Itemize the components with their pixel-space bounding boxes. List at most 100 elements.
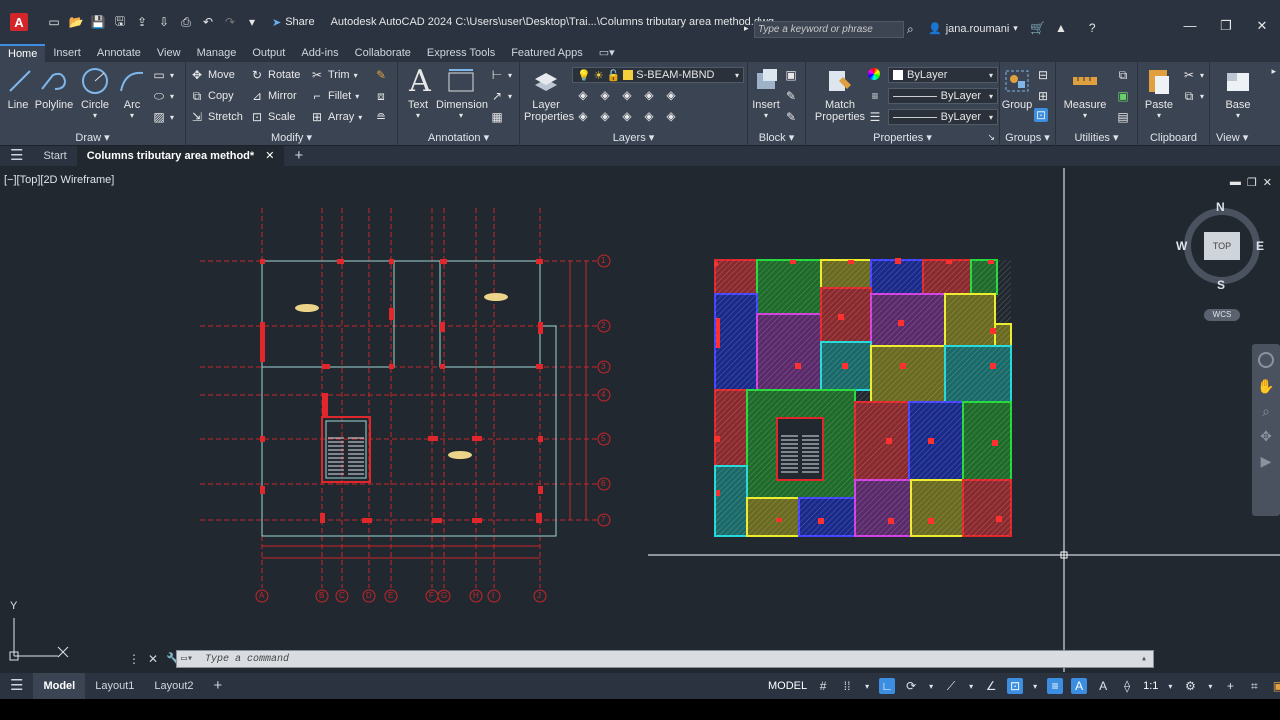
grid-icon[interactable]: #: [815, 678, 831, 694]
zoom-extents-icon[interactable]: ⌕: [1252, 403, 1280, 420]
ortho-icon[interactable]: ∟: [879, 678, 896, 694]
quick-select-button[interactable]: ⧉: [1116, 68, 1130, 82]
explode-button[interactable]: ⧈: [374, 89, 388, 103]
command-expand-icon[interactable]: ▴: [1141, 653, 1147, 665]
layer-match-icon[interactable]: ◈: [664, 88, 678, 102]
block-attributes-button[interactable]: ✎: [784, 110, 798, 124]
layout-menu-icon[interactable]: ☰: [0, 673, 33, 699]
close-tab-icon[interactable]: ✕: [265, 150, 274, 162]
move-button[interactable]: ✥ Move: [190, 68, 235, 82]
layer-isolate-icon[interactable]: ◈: [598, 88, 612, 102]
snap-icon[interactable]: ⁞⁞: [839, 678, 855, 694]
create-block-button[interactable]: ▣: [784, 68, 798, 82]
user-account[interactable]: 👤 jana.roumani ▾: [928, 22, 1018, 36]
save-web-icon[interactable]: ⇩: [156, 14, 172, 30]
chevron-down-icon[interactable]: ▾: [863, 678, 871, 694]
object-snap-icon[interactable]: ⊡: [1007, 678, 1024, 694]
new-layout-icon[interactable]: +: [204, 673, 233, 699]
minimize-icon[interactable]: —: [1172, 18, 1208, 34]
hatch-button[interactable]: ▨ ▾: [152, 110, 174, 124]
qat-dropdown-icon[interactable]: ▾: [244, 14, 260, 30]
layer-freeze-tool-icon[interactable]: ◈: [620, 88, 634, 102]
edit-block-button[interactable]: ✎: [784, 89, 798, 103]
tab-insert[interactable]: Insert: [45, 44, 89, 62]
command-grip-icon[interactable]: ⋮: [128, 652, 140, 666]
annotation-panel-title[interactable]: Annotation ▾: [398, 131, 519, 144]
tab-annotate[interactable]: Annotate: [89, 44, 149, 62]
linetype-dropdown[interactable]: ByLayer ▾: [888, 109, 998, 125]
copy-clip-button[interactable]: ⧉ ▾: [1182, 89, 1204, 103]
trim-button[interactable]: ✂ Trim ▾: [310, 68, 358, 82]
text-button[interactable]: A Text ▾: [404, 64, 432, 121]
layer-off-icon[interactable]: ◈: [576, 88, 590, 102]
paste-button[interactable]: Paste ▾: [1142, 66, 1176, 120]
annotation-scale-value[interactable]: 1:1: [1143, 680, 1158, 692]
scale-button[interactable]: ⊡ Scale: [250, 110, 296, 124]
chevron-down-icon[interactable]: ▾: [1031, 678, 1039, 694]
rectangle-button[interactable]: ▭ ▾: [152, 68, 174, 82]
annotation-scale-icon[interactable]: ⟠: [1119, 678, 1135, 694]
rotate-button[interactable]: ↻ Rotate: [250, 68, 300, 82]
lineweight-tool-icon[interactable]: ≡: [868, 89, 882, 103]
share-button[interactable]: ➤ Share: [272, 16, 315, 29]
tab-home[interactable]: Home: [0, 44, 46, 62]
dimension-button[interactable]: Dimension ▾: [436, 66, 488, 120]
new-tab-icon[interactable]: +: [284, 146, 313, 166]
model-space-button[interactable]: MODEL: [768, 680, 807, 692]
save-as-icon[interactable]: 🖫: [112, 14, 128, 30]
viewcube-east[interactable]: E: [1256, 239, 1264, 253]
chevron-down-icon[interactable]: ▾: [1166, 678, 1174, 694]
search-input[interactable]: Type a keyword or phrase: [754, 21, 904, 38]
object-snap-tracking-icon[interactable]: ∠: [983, 678, 999, 694]
color-dropdown[interactable]: ByLayer ▾: [888, 67, 998, 83]
chevron-down-icon[interactable]: ▾: [927, 678, 935, 694]
group-button[interactable]: Group: [1000, 66, 1034, 111]
open-web-icon[interactable]: ⇪: [134, 14, 150, 30]
group-edit-button[interactable]: ⊞: [1036, 89, 1050, 103]
viewcube-west[interactable]: W: [1176, 239, 1187, 253]
tab-output[interactable]: Output: [244, 44, 293, 62]
restore-icon[interactable]: ❐: [1208, 18, 1244, 34]
lineweight-dropdown[interactable]: ByLayer ▾: [888, 88, 998, 104]
array-button[interactable]: ⊞ Array ▾: [310, 110, 362, 124]
new-file-icon[interactable]: ▭: [46, 14, 62, 30]
wcs-menu[interactable]: WCS: [1204, 309, 1240, 321]
properties-panel-title[interactable]: Properties ▾: [806, 131, 999, 144]
pan-icon[interactable]: ✋: [1252, 378, 1280, 395]
viewcube-south[interactable]: S: [1217, 278, 1225, 292]
measure-button[interactable]: Measure ▾: [1062, 66, 1108, 120]
groups-panel-title[interactable]: Groups ▾: [1000, 131, 1055, 144]
file-tabs-menu-icon[interactable]: ☰: [0, 146, 33, 166]
view-panel-title[interactable]: View ▾: [1210, 131, 1280, 144]
layer-previous-icon[interactable]: ◈: [664, 109, 678, 123]
linear-dim-button[interactable]: ⊢ ▾: [490, 68, 512, 82]
ungroup-button[interactable]: ⊟: [1036, 68, 1050, 82]
arc-button[interactable]: Arc ▾: [116, 66, 148, 120]
annotation-visibility-icon[interactable]: A: [1071, 678, 1088, 694]
chevron-down-icon[interactable]: ▾: [1206, 678, 1214, 694]
layer-lock-tool-icon[interactable]: ◈: [642, 88, 656, 102]
group-select-button[interactable]: ⊡: [1034, 108, 1048, 122]
layer-thaw-icon[interactable]: ◈: [620, 109, 634, 123]
linetype-tool-icon[interactable]: ☰: [868, 110, 882, 124]
mirror-button[interactable]: ⊿ Mirror: [250, 89, 297, 103]
insert-block-button[interactable]: Insert ▾: [750, 66, 782, 120]
viewcube-north[interactable]: N: [1216, 200, 1225, 214]
leader-button[interactable]: ↗ ▾: [490, 89, 512, 103]
orbit-icon[interactable]: ✥: [1252, 428, 1280, 445]
block-panel-title[interactable]: Block ▾: [748, 131, 805, 144]
redo-icon[interactable]: ↷: [222, 14, 238, 30]
chevron-down-icon[interactable]: ▾: [116, 111, 148, 120]
chevron-down-icon[interactable]: ▾: [967, 678, 975, 694]
tab-collaborate[interactable]: Collaborate: [347, 44, 419, 62]
search-icon[interactable]: ⌕: [907, 22, 914, 37]
layer-properties-button[interactable]: Layer Properties: [524, 66, 574, 123]
match-properties-button[interactable]: Match Properties: [814, 66, 866, 123]
layer-unisolate-icon[interactable]: ◈: [598, 109, 612, 123]
utilities-panel-title[interactable]: Utilities ▾: [1056, 131, 1137, 144]
tab-express-tools[interactable]: Express Tools: [419, 44, 503, 62]
cart-icon[interactable]: 🛒: [1030, 21, 1045, 35]
chevron-down-icon[interactable]: ▾: [78, 111, 112, 120]
workspace-gear-icon[interactable]: ⚙: [1182, 678, 1198, 694]
stretch-button[interactable]: ⇲ Stretch: [190, 110, 243, 124]
